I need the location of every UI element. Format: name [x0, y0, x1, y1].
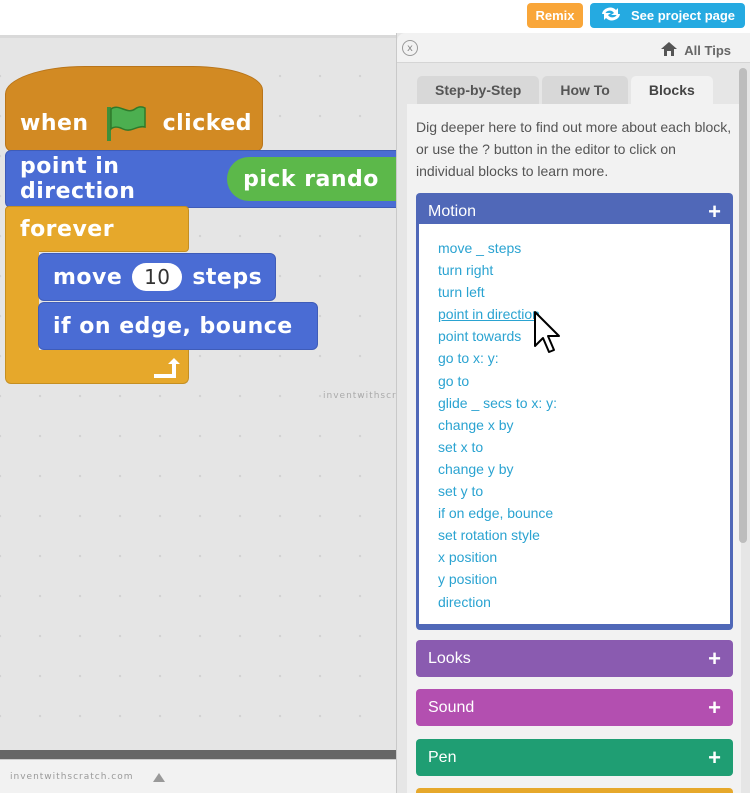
pick-random-reporter[interactable]: pick rando: [227, 157, 404, 201]
see-project-page-button[interactable]: See project page: [590, 3, 745, 28]
if-on-edge-bounce-block[interactable]: if on edge, bounce: [38, 302, 318, 350]
loop-arrow-icon: [152, 356, 184, 378]
motion-items: move _ steps turn right turn left point …: [438, 237, 557, 613]
when-label: when: [20, 110, 89, 136]
expand-plus-icon[interactable]: +: [708, 200, 721, 223]
remix-arrows-icon: [598, 4, 624, 27]
motion-item[interactable]: turn left: [438, 281, 557, 303]
forever-block-arm: [5, 250, 39, 352]
tips-panel: x All Tips Step-by-Step How To Blocks Di…: [396, 33, 750, 793]
expand-plus-icon[interactable]: +: [708, 647, 721, 670]
horizontal-scrollbar[interactable]: [0, 750, 396, 759]
category-motion-label: Motion: [428, 202, 477, 220]
motion-item[interactable]: direction: [438, 591, 557, 613]
see-project-page-label: See project page: [631, 8, 736, 23]
category-data-partial[interactable]: [416, 788, 733, 793]
motion-item[interactable]: move _ steps: [438, 237, 557, 259]
tips-header: x All Tips: [397, 33, 750, 63]
top-bar: Remix See project page: [0, 0, 750, 33]
point-in-direction-block[interactable]: point in direction pick rando: [5, 150, 405, 208]
motion-item[interactable]: set rotation style: [438, 524, 557, 546]
motion-item[interactable]: go to: [438, 370, 557, 392]
green-flag-icon: [103, 103, 149, 143]
steps-input[interactable]: 10: [132, 263, 183, 291]
motion-item[interactable]: y position: [438, 568, 557, 590]
category-sound-label: Sound: [428, 698, 475, 716]
category-pen-label: Pen: [428, 748, 457, 766]
forever-label: forever: [20, 216, 115, 242]
scratch-editor: Remix See project page when clicked poin…: [0, 0, 750, 793]
category-pen[interactable]: Pen +: [416, 739, 733, 776]
remix-button[interactable]: Remix: [527, 3, 583, 28]
tab-blocks[interactable]: Blocks: [630, 76, 713, 104]
watermark-bottom: inventwithscratch.com: [10, 772, 134, 782]
home-icon: [660, 41, 678, 60]
motion-item[interactable]: turn right: [438, 259, 557, 281]
steps-label: steps: [192, 264, 263, 290]
move-label: move: [53, 264, 123, 290]
motion-item[interactable]: glide _ secs to x: y:: [438, 392, 557, 414]
tab-step-by-step[interactable]: Step-by-Step: [417, 76, 540, 104]
forever-block[interactable]: forever: [5, 206, 189, 252]
if-on-edge-bounce-label: if on edge, bounce: [53, 313, 293, 339]
tips-vertical-scrollbar[interactable]: [739, 68, 747, 543]
category-looks-label: Looks: [428, 649, 471, 667]
motion-item[interactable]: change x by: [438, 414, 557, 436]
expand-plus-icon[interactable]: +: [708, 696, 721, 719]
expand-up-arrow-icon[interactable]: [153, 773, 165, 782]
category-sound[interactable]: Sound +: [416, 689, 733, 726]
motion-item[interactable]: set x to: [438, 436, 557, 458]
point-in-direction-label: point in direction: [20, 154, 136, 204]
tips-tabs: Step-by-Step How To Blocks: [417, 76, 716, 104]
clicked-label: clicked: [162, 110, 252, 136]
blocks-intro-text: Dig deeper here to find out more about e…: [416, 119, 732, 179]
expand-plus-icon[interactable]: +: [708, 746, 721, 769]
motion-item[interactable]: if on edge, bounce: [438, 502, 557, 524]
when-flag-clicked-block[interactable]: when clicked: [5, 66, 263, 152]
move-steps-block[interactable]: move 10 steps: [38, 253, 276, 301]
mouse-pointer-icon: [533, 310, 563, 356]
tab-how-to[interactable]: How To: [542, 76, 628, 104]
motion-item[interactable]: change y by: [438, 458, 557, 480]
all-tips-label: All Tips: [684, 43, 731, 58]
all-tips-link[interactable]: All Tips: [660, 41, 731, 60]
motion-block-list: move _ steps turn right turn left point …: [416, 224, 733, 630]
category-looks[interactable]: Looks +: [416, 640, 733, 677]
close-tips-icon[interactable]: x: [402, 40, 418, 56]
blocks-tab-content: Dig deeper here to find out more about e…: [407, 104, 741, 793]
motion-item[interactable]: x position: [438, 546, 557, 568]
motion-item[interactable]: set y to: [438, 480, 557, 502]
